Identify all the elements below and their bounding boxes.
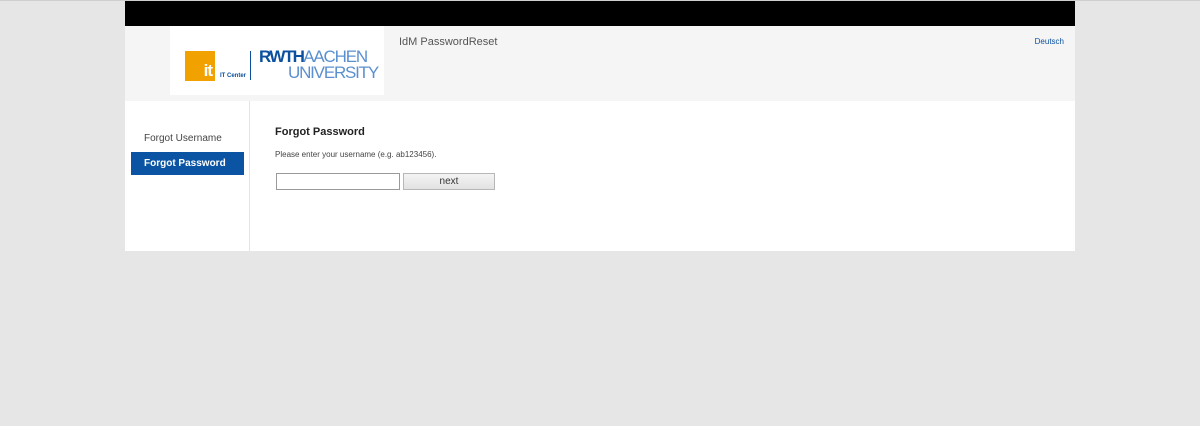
- instruction-text: Please enter your username (e.g. ab12345…: [275, 150, 437, 159]
- sidebar-item-forgot-password[interactable]: Forgot Password: [131, 152, 244, 175]
- logo-divider: [250, 51, 251, 80]
- sidebar: Forgot Username Forgot Password: [125, 101, 250, 251]
- it-center-logo-mark: it: [185, 51, 215, 81]
- app-title: IdM PasswordReset: [399, 36, 498, 48]
- username-input[interactable]: [276, 173, 400, 190]
- header: it IT Center RWTHAACHEN UNIVERSITY IdM P…: [125, 26, 1075, 101]
- it-center-label: IT Center: [220, 73, 247, 79]
- next-button[interactable]: next: [403, 173, 495, 190]
- logo[interactable]: it IT Center RWTHAACHEN UNIVERSITY: [170, 26, 384, 95]
- top-black-bar: [125, 1, 1075, 26]
- page-title: Forgot Password: [275, 126, 365, 138]
- page-frame: it IT Center RWTHAACHEN UNIVERSITY IdM P…: [125, 1, 1075, 251]
- sidebar-item-forgot-username[interactable]: Forgot Username: [131, 127, 244, 150]
- language-switch-link[interactable]: Deutsch: [1035, 37, 1064, 46]
- university-text: UNIVERSITY: [288, 63, 379, 82]
